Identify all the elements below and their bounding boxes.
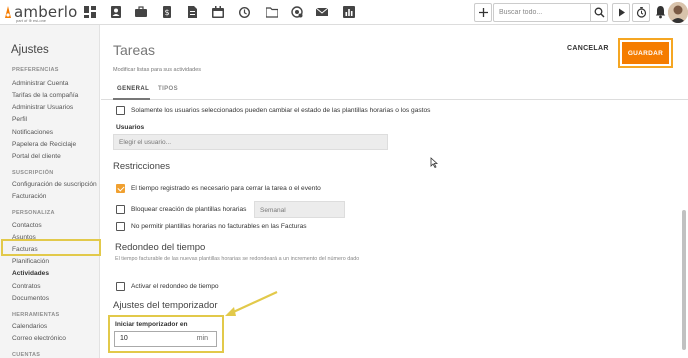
no-nonbillable-label: No permitir plantillas horarias no factu…: [131, 223, 307, 230]
sidebar-section-cuentas: CUENTAS: [12, 352, 41, 358]
users-label: Usuarios: [116, 124, 145, 131]
sidebar-item-administrar-usuarios[interactable]: Administrar Usuarios: [12, 104, 73, 111]
page-subtitle: Modificar listas para sus actividades: [113, 67, 202, 73]
sidebar-section-personaliza: PERSONALIZA: [12, 210, 55, 216]
notifications-bell-icon[interactable]: [655, 5, 666, 21]
global-search: [493, 3, 608, 22]
invoice-icon[interactable]: $: [161, 6, 173, 18]
scrollbar-thumb[interactable]: [682, 210, 686, 350]
highlight-frame-actividades: [1, 239, 101, 256]
add-button[interactable]: [474, 3, 492, 22]
active-tab-indicator: [113, 98, 150, 100]
sidebar-section-suscripcion: SUSCRIPCIÓN: [12, 170, 54, 176]
cancel-button[interactable]: CANCELAR: [567, 45, 609, 52]
search-icon: [594, 7, 605, 18]
top-bar: amberlo part of ⊕ esi-one $: [0, 0, 688, 25]
page-title: Tareas: [113, 42, 156, 58]
sidebar-section-herramientas: HERRAMIENTAS: [12, 312, 60, 318]
sidebar-item-notificaciones[interactable]: Notificaciones: [12, 129, 53, 136]
dashboard-icon[interactable]: [84, 6, 96, 18]
briefcase-icon[interactable]: [135, 6, 147, 18]
sidebar-item-contactos[interactable]: Contactos: [12, 222, 42, 229]
annotation-arrow-icon: [225, 291, 278, 316]
timer-minutes-value: 10: [120, 335, 128, 342]
mail-icon[interactable]: [316, 6, 328, 18]
tab-tipos[interactable]: TIPOS: [158, 86, 178, 92]
play-timer-button[interactable]: [612, 3, 630, 22]
mouse-cursor-icon: [430, 157, 438, 168]
restrictions-heading: Restricciones: [113, 161, 171, 172]
block-timesheets-label: Bloquear creación de plantillas horarias: [131, 206, 247, 213]
time-required-checkbox[interactable]: [116, 184, 125, 193]
stopwatch-icon: [636, 7, 647, 18]
logo-subtitle: part of ⊕ esi-one: [16, 18, 47, 23]
rounding-checkbox[interactable]: [116, 282, 125, 291]
play-icon: [619, 8, 625, 17]
settings-sidebar: Ajustes PREFERENCIAS Administrar Cuenta …: [0, 25, 100, 358]
sidebar-item-portal-cliente[interactable]: Portal del cliente: [12, 153, 61, 160]
sidebar-item-tarifas[interactable]: Tarifas de la compañía: [12, 92, 78, 99]
block-timesheets-checkbox[interactable]: [116, 205, 125, 214]
sidebar-item-correo[interactable]: Correo electrónico: [12, 335, 66, 342]
sidebar-item-config-suscripcion[interactable]: Configuración de suscripción: [12, 181, 97, 188]
time-required-label: El tiempo registrado es necesario para c…: [131, 185, 321, 192]
folder-icon[interactable]: [266, 6, 278, 18]
sidebar-item-contratos[interactable]: Contratos: [12, 283, 41, 290]
rounding-label: Activar el redondeo de tiempo: [131, 283, 219, 290]
no-nonbillable-checkbox[interactable]: [116, 222, 125, 231]
save-button[interactable]: GUARDAR: [622, 42, 669, 64]
search-button[interactable]: [590, 4, 607, 21]
timer-heading: Ajustes del temporizador: [113, 300, 218, 311]
sidebar-section-preferencias: PREFERENCIAS: [12, 67, 59, 73]
timer-minutes-input[interactable]: 10 min: [114, 331, 217, 347]
status-change-label: Solamente los usuarios seleccionados pue…: [131, 107, 431, 114]
sidebar-item-perfil[interactable]: Perfil: [12, 116, 27, 123]
sidebar-item-planificacion[interactable]: Planificación: [12, 258, 49, 265]
reports-icon[interactable]: [343, 6, 355, 18]
timer-minutes-unit: min: [196, 335, 208, 342]
file-icon[interactable]: [186, 6, 198, 18]
timer-field-label: Iniciar temporizador en: [115, 321, 188, 328]
status-change-checkbox[interactable]: [116, 106, 125, 115]
block-period-select[interactable]: Semanal: [254, 201, 345, 218]
sidebar-item-actividades[interactable]: Actividades: [12, 270, 49, 277]
users-select[interactable]: Elegir el usuario...: [113, 134, 388, 150]
sidebar-item-calendarios[interactable]: Calendarios: [12, 323, 47, 330]
calendar-icon[interactable]: [212, 6, 224, 18]
tabs-bar: GENERAL TIPOS: [101, 80, 688, 100]
user-avatar[interactable]: [668, 2, 688, 23]
tab-general[interactable]: GENERAL: [117, 86, 149, 92]
sidebar-item-documentos[interactable]: Documentos: [12, 295, 49, 302]
main-panel: Tareas Modificar listas para sus activid…: [101, 25, 688, 358]
svg-text:$: $: [164, 8, 169, 17]
settings-badge-icon[interactable]: [291, 6, 303, 18]
contacts-icon[interactable]: [110, 6, 122, 18]
timer-history-icon[interactable]: [238, 6, 250, 18]
amberlo-logo-mark: [5, 6, 11, 18]
users-select-placeholder: Elegir el usuario...: [119, 139, 172, 146]
rounding-heading: Redondeo del tiempo: [115, 242, 206, 253]
block-period-value: Semanal: [260, 207, 286, 214]
sidebar-item-facturacion[interactable]: Facturación: [12, 193, 46, 200]
rounding-note: El tiempo facturable de las nuevas plant…: [115, 256, 360, 262]
sidebar-title: Ajustes: [11, 44, 49, 56]
sidebar-item-papelera[interactable]: Papelera de Reciclaje: [12, 141, 76, 148]
search-input[interactable]: [494, 4, 590, 21]
sidebar-item-administrar-cuenta[interactable]: Administrar Cuenta: [12, 80, 68, 87]
stopwatch-button[interactable]: [632, 3, 650, 22]
